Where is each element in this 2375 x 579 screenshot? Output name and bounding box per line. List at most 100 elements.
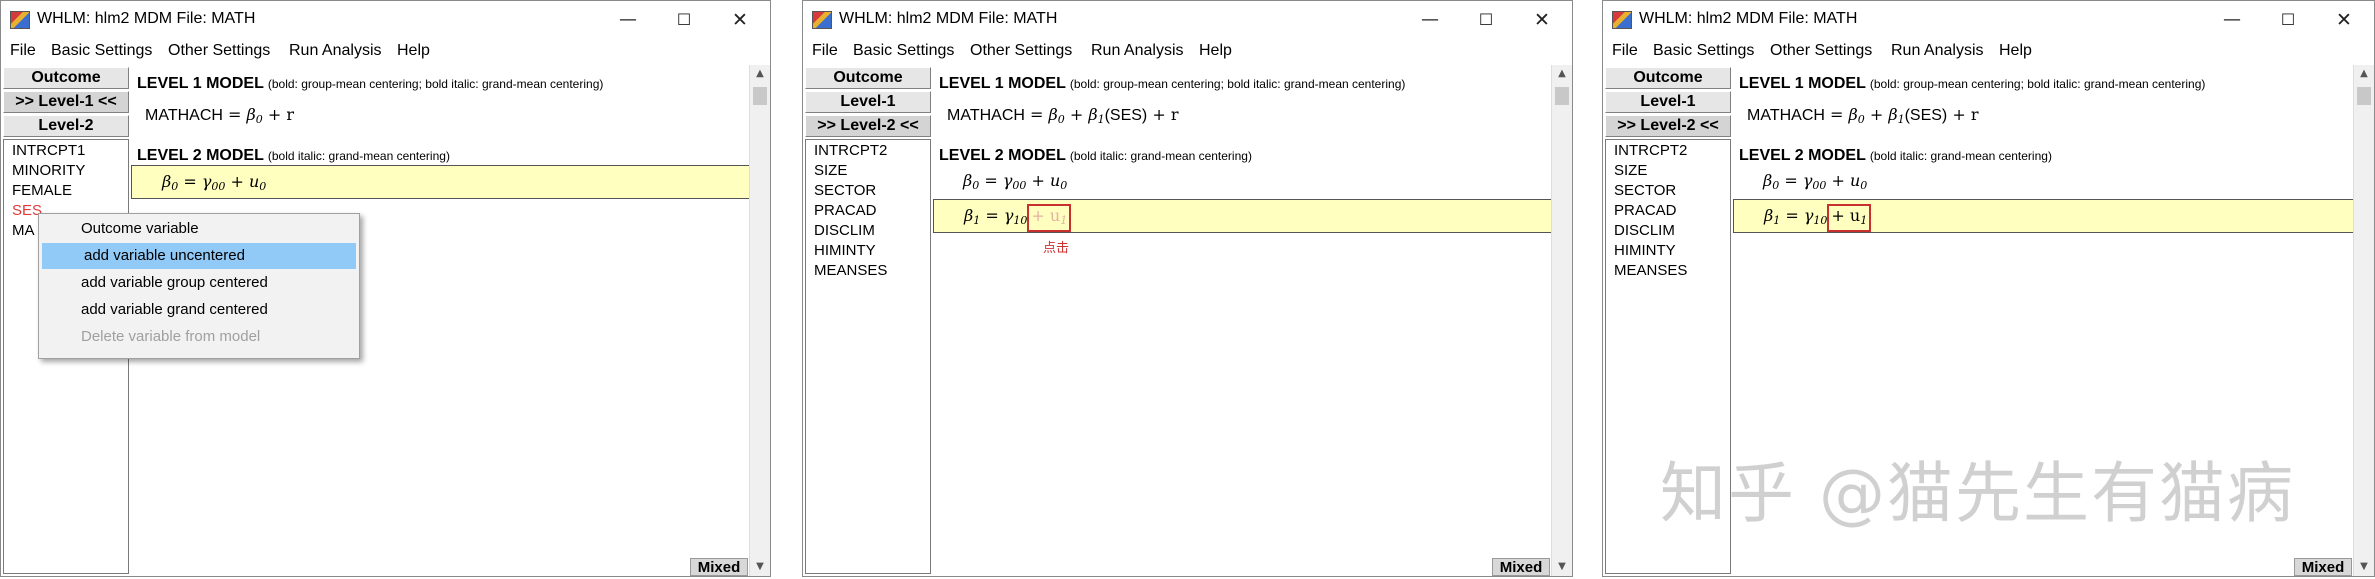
ctx-add-uncentered[interactable]: add variable uncentered: [42, 243, 356, 269]
level1-heading-text: LEVEL 1 MODEL: [1739, 75, 1866, 92]
scroll-thumb[interactable]: [753, 87, 767, 105]
variable-item[interactable]: HIMINTY: [814, 242, 876, 259]
scroll-up-icon[interactable]: ▲: [2354, 65, 2374, 83]
menu-file[interactable]: File: [10, 42, 36, 60]
vertical-scrollbar[interactable]: ▲ ▼: [1551, 65, 1572, 576]
level1-equation[interactable]: MATHACH = β0 + r: [145, 105, 294, 126]
maximize-icon[interactable]: ☐: [1458, 5, 1514, 35]
close-icon[interactable]: ✕: [712, 5, 768, 35]
menu-run-analysis[interactable]: Run Analysis: [1891, 42, 1984, 60]
title-bar[interactable]: WHLM: hlm2 MDM File: MATH — ☐ ✕: [803, 1, 1572, 39]
level1-note: (bold: group-mean centering; bold italic…: [1069, 77, 1406, 91]
title-bar[interactable]: WHLM: hlm2 MDM File: MATH — ☐ ✕: [1603, 1, 2374, 39]
level2-equation-row[interactable]: β0 = γ00 + u0: [131, 165, 750, 199]
variable-item[interactable]: MEANSES: [814, 262, 887, 279]
variable-item[interactable]: HIMINTY: [1614, 242, 1676, 259]
level2-equation-b0[interactable]: β0 = γ00 + u0: [963, 171, 1067, 192]
level1-heading-text: LEVEL 1 MODEL: [137, 75, 264, 92]
level2-note: (bold italic: grand-mean centering): [1069, 149, 1252, 163]
menu-help[interactable]: Help: [1999, 42, 2032, 60]
variable-item[interactable]: DISCLIM: [814, 222, 875, 239]
level1-equation[interactable]: MATHACH = β0 + β1(SES) + r: [1747, 105, 1978, 126]
scroll-down-icon[interactable]: ▼: [2354, 558, 2374, 576]
menu-help[interactable]: Help: [397, 42, 430, 60]
variable-item[interactable]: FEMALE: [12, 182, 72, 199]
maximize-icon[interactable]: ☐: [656, 5, 712, 35]
variable-item[interactable]: SIZE: [814, 162, 847, 179]
menu-run-analysis[interactable]: Run Analysis: [1091, 42, 1184, 60]
level2-heading-text: LEVEL 2 MODEL: [1739, 147, 1866, 164]
level1-heading: LEVEL 1 MODEL (bold: group-mean centering…: [939, 75, 1405, 93]
level2-heading-text: LEVEL 2 MODEL: [137, 147, 264, 164]
model-panel: LEVEL 1 MODEL (bold: group-mean centering…: [933, 65, 1552, 576]
menu-basic-settings[interactable]: Basic Settings: [853, 42, 954, 60]
variable-item[interactable]: MINORITY: [12, 162, 85, 179]
variable-item[interactable]: PRACAD: [814, 202, 877, 219]
window-2: WHLM: hlm2 MDM File: MATH — ☐ ✕ File Bas…: [802, 0, 1573, 577]
menu-other-settings[interactable]: Other Settings: [168, 42, 270, 60]
level2-button[interactable]: >> Level-2 <<: [1605, 115, 1731, 137]
variable-item[interactable]: INTRCPT1: [12, 142, 85, 159]
maximize-icon[interactable]: ☐: [2260, 5, 2316, 35]
scroll-thumb[interactable]: [2357, 87, 2371, 105]
app-icon: [812, 11, 832, 29]
menu-bar: File Basic Settings Other Settings Run A…: [1603, 39, 2374, 65]
scroll-down-icon[interactable]: ▼: [750, 558, 770, 576]
level1-button[interactable]: Level-1: [805, 91, 931, 113]
scroll-thumb[interactable]: [1555, 87, 1569, 105]
app-icon: [10, 11, 30, 29]
level2-equation: β0 = γ00 + u0: [162, 172, 267, 193]
outcome-button[interactable]: Outcome: [3, 67, 129, 89]
status-badge: Mixed: [690, 558, 748, 576]
outcome-button[interactable]: Outcome: [1605, 67, 1731, 89]
title-bar[interactable]: WHLM: hlm2 MDM File: MATH — ☐ ✕: [1, 1, 770, 39]
scroll-up-icon[interactable]: ▲: [750, 65, 770, 83]
level2-equation-b0[interactable]: β0 = γ00 + u0: [1763, 171, 1867, 192]
menu-run-analysis[interactable]: Run Analysis: [289, 42, 382, 60]
level2-button[interactable]: >> Level-2 <<: [805, 115, 931, 137]
close-icon[interactable]: ✕: [2316, 5, 2372, 35]
variable-item[interactable]: MA: [12, 222, 35, 239]
outcome-button[interactable]: Outcome: [805, 67, 931, 89]
watermark: 知乎 @猫先生有猫病: [1660, 455, 2295, 532]
app-icon: [1612, 11, 1632, 29]
level1-button[interactable]: Level-1: [1605, 91, 1731, 113]
variable-item[interactable]: MEANSES: [1614, 262, 1687, 279]
level2-equation-b1-row[interactable]: β1 = γ10 + u1: [933, 199, 1552, 233]
menu-file[interactable]: File: [1612, 42, 1638, 60]
menu-basic-settings[interactable]: Basic Settings: [1653, 42, 1754, 60]
random-effect-toggle[interactable]: + u1: [1827, 204, 1872, 232]
ctx-add-group-centered[interactable]: add variable group centered: [39, 270, 359, 296]
minimize-icon[interactable]: —: [1402, 5, 1458, 35]
level1-button[interactable]: >> Level-1 <<: [3, 91, 129, 113]
minimize-icon[interactable]: —: [600, 5, 656, 35]
click-annotation: 点击: [1043, 240, 1070, 255]
variable-item[interactable]: SECTOR: [1614, 182, 1676, 199]
menu-basic-settings[interactable]: Basic Settings: [51, 42, 152, 60]
random-effect-toggle[interactable]: + u1: [1027, 204, 1072, 232]
scroll-up-icon[interactable]: ▲: [1552, 65, 1572, 83]
level2-button[interactable]: Level-2: [3, 115, 129, 137]
variable-item[interactable]: SECTOR: [814, 182, 876, 199]
variable-item[interactable]: PRACAD: [1614, 202, 1677, 219]
ctx-add-grand-centered[interactable]: add variable grand centered: [39, 297, 359, 323]
vertical-scrollbar[interactable]: ▲ ▼: [2353, 65, 2374, 576]
ctx-outcome-variable[interactable]: Outcome variable: [39, 216, 359, 242]
variable-item[interactable]: INTRCPT2: [1614, 142, 1687, 159]
vertical-scrollbar[interactable]: ▲ ▼: [749, 65, 770, 576]
level1-equation[interactable]: MATHACH = β0 + β1(SES) + r: [947, 105, 1178, 126]
menu-help[interactable]: Help: [1199, 42, 1232, 60]
variable-item[interactable]: DISCLIM: [1614, 222, 1675, 239]
menu-other-settings[interactable]: Other Settings: [970, 42, 1072, 60]
menu-file[interactable]: File: [812, 42, 838, 60]
close-icon[interactable]: ✕: [1514, 5, 1570, 35]
menu-other-settings[interactable]: Other Settings: [1770, 42, 1872, 60]
scroll-down-icon[interactable]: ▼: [1552, 558, 1572, 576]
level2-note: (bold italic: grand-mean centering): [267, 149, 450, 163]
minimize-icon[interactable]: —: [2204, 5, 2260, 35]
level2-equation-b1-row[interactable]: β1 = γ10 + u1: [1733, 199, 2354, 233]
variable-item[interactable]: INTRCPT2: [814, 142, 887, 159]
level2-heading: LEVEL 2 MODEL (bold italic: grand-mean ce…: [1739, 147, 2052, 165]
variable-item[interactable]: SIZE: [1614, 162, 1647, 179]
context-menu: Outcome variable add variable uncentered…: [38, 213, 360, 359]
